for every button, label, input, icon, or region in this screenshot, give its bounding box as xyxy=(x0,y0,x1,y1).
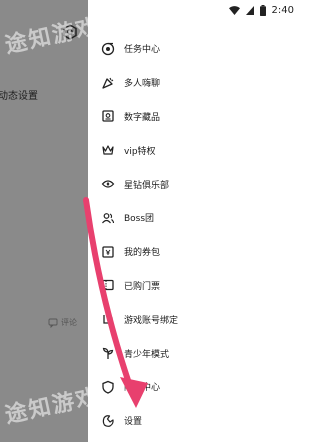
menu-item-digital-collection[interactable]: 数字藏品 xyxy=(88,100,300,134)
sprout-icon xyxy=(101,346,115,360)
background-page-title: 动态设置 xyxy=(0,91,38,102)
diamond-icon xyxy=(101,177,115,191)
comment-icon xyxy=(48,318,58,328)
group-icon xyxy=(101,211,115,225)
menu-item-label: 多人嗨聊 xyxy=(124,79,161,90)
menu-item-label: 任务中心 xyxy=(124,45,161,56)
menu-item-tickets[interactable]: 已购门票 xyxy=(88,269,300,303)
party-icon xyxy=(101,76,115,90)
background-page-scrim[interactable]: 动态设置 评论 xyxy=(0,0,88,442)
wifi-icon xyxy=(228,5,240,15)
navigation-drawer: 2:40 任务中心 多人嗨聊 数字藏品 vip特权 星钻俱乐部 Boss团 我的… xyxy=(88,0,300,442)
menu-item-label: 设置 xyxy=(124,417,143,428)
menu-item-task-center[interactable]: 任务中心 xyxy=(88,32,300,66)
status-time: 2:40 xyxy=(271,4,294,16)
coupon-icon xyxy=(101,245,115,259)
menu-item-star-diamond[interactable]: 星钻俱乐部 xyxy=(88,167,300,201)
gear-icon[interactable] xyxy=(62,24,78,40)
menu-item-label: 已购门票 xyxy=(124,281,161,292)
link-icon xyxy=(101,312,115,326)
menu-item-label: 星钻俱乐部 xyxy=(124,180,170,191)
menu-item-privacy[interactable]: 隐私中心 xyxy=(88,370,300,404)
crown-icon xyxy=(101,143,115,157)
menu-item-coupons[interactable]: 我的券包 xyxy=(88,235,300,269)
battery-icon xyxy=(259,4,266,16)
target-icon xyxy=(101,42,115,56)
menu-item-label: vip特权 xyxy=(124,146,156,157)
menu-item-label: 隐私中心 xyxy=(124,383,161,394)
drawer-menu: 任务中心 多人嗨聊 数字藏品 vip特权 星钻俱乐部 Boss团 我的券包 已购… xyxy=(88,32,300,438)
settings-icon xyxy=(101,414,115,428)
menu-item-boss[interactable]: Boss团 xyxy=(88,201,300,235)
menu-item-label: 游戏账号绑定 xyxy=(124,315,179,326)
menu-item-settings[interactable]: 设置 xyxy=(88,404,300,438)
menu-item-account-binding[interactable]: 游戏账号绑定 xyxy=(88,302,300,336)
status-bar: 2:40 xyxy=(228,3,294,17)
menu-item-vip[interactable]: vip特权 xyxy=(88,133,300,167)
menu-item-label: 数字藏品 xyxy=(124,112,161,123)
signal-icon xyxy=(245,5,254,15)
comment-button[interactable]: 评论 xyxy=(48,317,77,328)
menu-item-label: Boss团 xyxy=(124,214,155,225)
menu-item-multi-chat[interactable]: 多人嗨聊 xyxy=(88,66,300,100)
menu-item-teen-mode[interactable]: 青少年模式 xyxy=(88,336,300,370)
ticket-icon xyxy=(101,278,115,292)
menu-item-label: 青少年模式 xyxy=(124,349,170,360)
collection-icon xyxy=(101,109,115,123)
shield-icon xyxy=(101,380,115,394)
comment-label: 评论 xyxy=(61,318,77,327)
menu-item-label: 我的券包 xyxy=(124,248,161,259)
